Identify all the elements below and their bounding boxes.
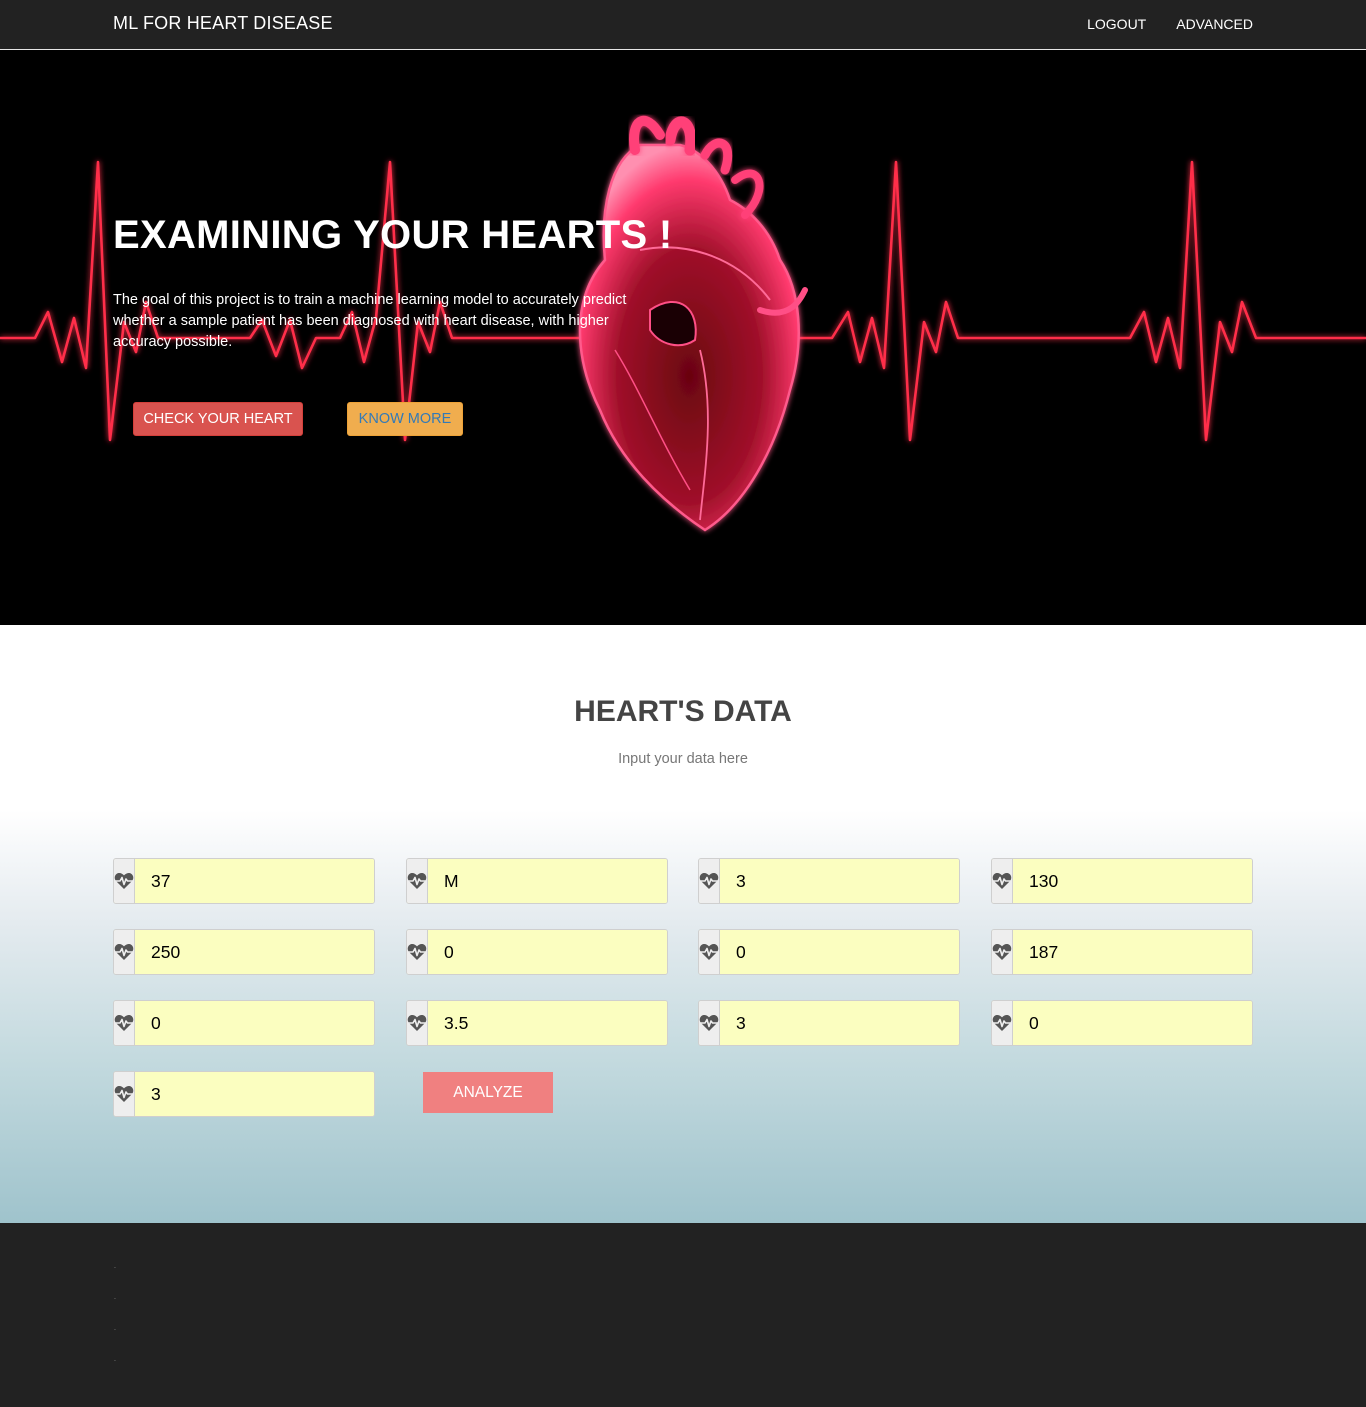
check-your-heart-button[interactable]: CHECK YOUR HEART bbox=[133, 402, 303, 436]
heart-data-input[interactable] bbox=[135, 930, 374, 974]
heartbeat-icon bbox=[114, 859, 135, 903]
heartbeat-icon bbox=[992, 1001, 1013, 1045]
input-group bbox=[991, 858, 1253, 904]
section-subtitle: Input your data here bbox=[618, 751, 748, 767]
hearts-data-section: HEART'S DATA Input your data here ANALYZ… bbox=[0, 625, 1366, 1223]
input-group bbox=[113, 858, 375, 904]
heart-data-input[interactable] bbox=[428, 930, 667, 974]
input-group bbox=[406, 929, 668, 975]
heart-data-input[interactable] bbox=[720, 930, 959, 974]
input-group bbox=[113, 1000, 375, 1046]
heartbeat-icon bbox=[114, 930, 135, 974]
input-group bbox=[698, 1000, 960, 1046]
heart-data-input[interactable] bbox=[135, 1072, 374, 1116]
heartbeat-icon bbox=[699, 1001, 720, 1045]
know-more-button[interactable]: KNOW MORE bbox=[347, 402, 463, 436]
footer-item: . bbox=[114, 1356, 116, 1363]
heart-data-input[interactable] bbox=[1013, 859, 1252, 903]
nav-links: LOGOUT ADVANCED bbox=[1087, 16, 1253, 32]
heartbeat-icon bbox=[114, 1001, 135, 1045]
input-group bbox=[991, 1000, 1253, 1046]
heartbeat-icon bbox=[992, 859, 1013, 903]
heart-data-input[interactable] bbox=[135, 859, 374, 903]
input-group bbox=[698, 858, 960, 904]
heart-data-input[interactable] bbox=[428, 1001, 667, 1045]
section-title: HEART'S DATA bbox=[574, 695, 792, 728]
heartbeat-icon bbox=[992, 930, 1013, 974]
footer-item: . bbox=[114, 1325, 116, 1332]
input-group bbox=[698, 929, 960, 975]
heart-data-input[interactable] bbox=[428, 859, 667, 903]
input-group bbox=[406, 1000, 668, 1046]
heartbeat-icon bbox=[407, 859, 428, 903]
heart-data-input[interactable] bbox=[1013, 930, 1252, 974]
hero-title: EXAMINING YOUR HEARTS ! bbox=[113, 213, 673, 257]
heartbeat-icon bbox=[699, 930, 720, 974]
advanced-link[interactable]: ADVANCED bbox=[1176, 16, 1253, 32]
hero-description: The goal of this project is to train a m… bbox=[113, 292, 627, 350]
heartbeat-icon bbox=[407, 1001, 428, 1045]
heart-data-input[interactable] bbox=[720, 1001, 959, 1045]
heart-data-input[interactable] bbox=[720, 859, 959, 903]
input-group bbox=[113, 1071, 375, 1117]
heartbeat-icon bbox=[699, 859, 720, 903]
navbar: ML FOR HEART DISEASE LOGOUT ADVANCED bbox=[0, 0, 1366, 50]
input-group bbox=[406, 858, 668, 904]
brand-link[interactable]: ML FOR HEART DISEASE bbox=[113, 13, 333, 34]
heartbeat-icon bbox=[407, 930, 428, 974]
footer: . . . . bbox=[0, 1223, 1366, 1407]
hero-banner: EXAMINING YOUR HEARTS ! The goal of this… bbox=[0, 50, 1366, 625]
logout-link[interactable]: LOGOUT bbox=[1087, 16, 1146, 32]
analyze-button[interactable]: ANALYZE bbox=[423, 1072, 553, 1113]
heartbeat-icon bbox=[114, 1072, 135, 1116]
heart-data-input[interactable] bbox=[1013, 1001, 1252, 1045]
footer-item: . bbox=[114, 1263, 116, 1270]
input-group bbox=[113, 929, 375, 975]
footer-item: . bbox=[114, 1294, 116, 1301]
input-group bbox=[991, 929, 1253, 975]
heart-data-input[interactable] bbox=[135, 1001, 374, 1045]
